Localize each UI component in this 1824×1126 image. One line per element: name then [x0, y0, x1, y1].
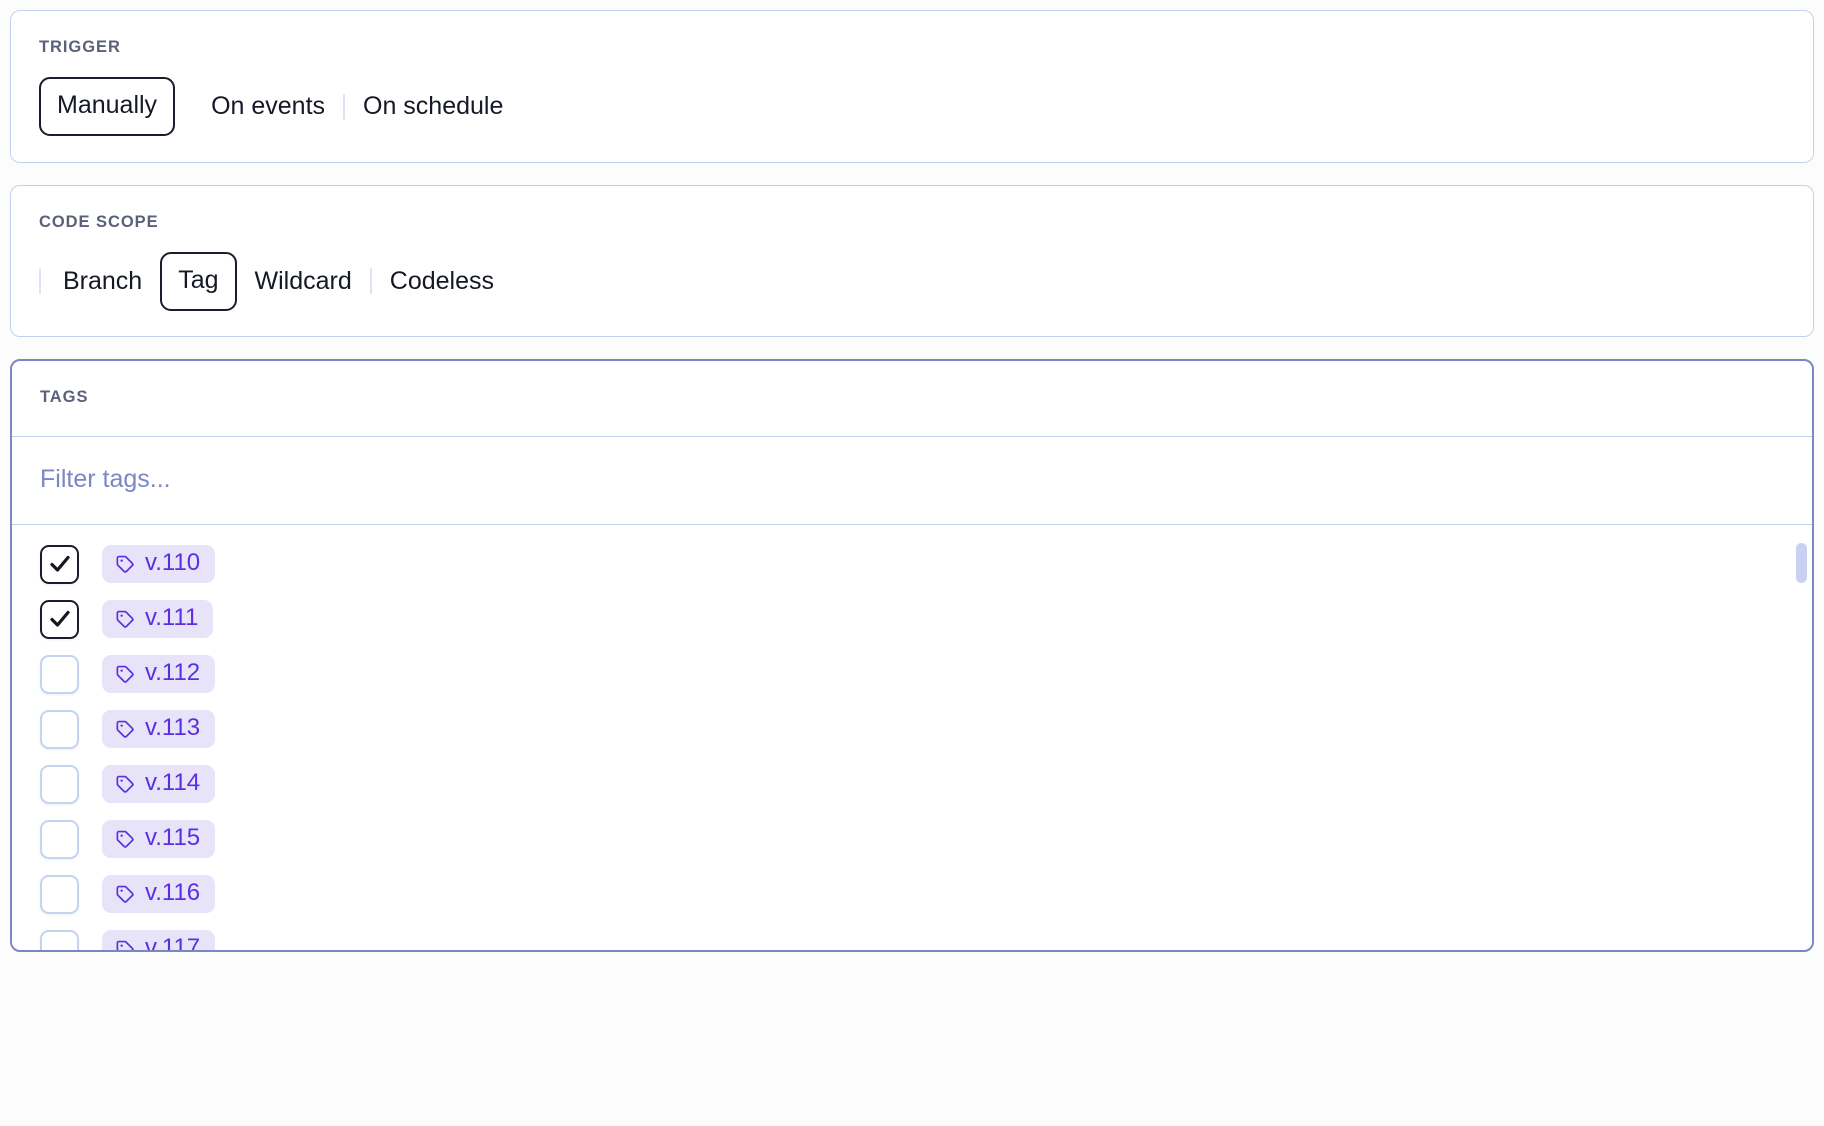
- tag-icon: [116, 830, 134, 848]
- tag-label: v.115: [145, 824, 201, 851]
- tags-header: TAGS: [12, 361, 1812, 437]
- tag-checkbox[interactable]: [40, 764, 79, 804]
- tag-label: v.116: [145, 879, 201, 906]
- list-item[interactable]: v.117: [12, 922, 1812, 950]
- trigger-option-manually[interactable]: Manually: [39, 77, 176, 136]
- tag-icon: [116, 775, 134, 793]
- tag-checkbox[interactable]: [40, 599, 79, 639]
- tag-chip[interactable]: v.113: [102, 710, 216, 748]
- tag-chip[interactable]: v.114: [102, 765, 216, 803]
- tags-scrollbar-thumb[interactable]: [1796, 542, 1807, 583]
- check-icon: [49, 555, 70, 572]
- list-item[interactable]: v.112: [12, 647, 1812, 702]
- trigger-section-label: TRIGGER: [39, 38, 121, 56]
- tag-checkbox[interactable]: [40, 709, 79, 749]
- list-item[interactable]: v.110: [12, 537, 1812, 592]
- tag-chip[interactable]: v.116: [102, 875, 216, 913]
- tag-checkbox[interactable]: [40, 929, 79, 950]
- trigger-option-on-schedule[interactable]: On schedule: [345, 94, 521, 119]
- list-item[interactable]: v.111: [12, 592, 1812, 647]
- tag-icon: [116, 885, 134, 903]
- tag-icon: [116, 720, 134, 738]
- tag-chip[interactable]: v.111: [102, 600, 214, 638]
- tags-card: TAGS v.110: [10, 359, 1814, 952]
- code-scope-options: Branch Tag Wildcard Codeless: [39, 251, 1785, 311]
- filter-tags-input[interactable]: [40, 464, 1610, 494]
- tag-label: v.111: [145, 604, 199, 631]
- code-scope-section-label: CODE SCOPE: [39, 212, 159, 231]
- list-item[interactable]: v.114: [12, 757, 1812, 812]
- tags-section-label: TAGS: [40, 388, 89, 406]
- tags-scrollbar[interactable]: [1796, 525, 1807, 950]
- tags-filter-row: [12, 437, 1812, 525]
- list-item[interactable]: v.115: [12, 812, 1812, 867]
- tag-chip[interactable]: v.117: [102, 930, 216, 950]
- settings-page: TRIGGER Manually On events On schedule C…: [0, 0, 1824, 1126]
- tag-label: v.112: [145, 659, 201, 686]
- tag-checkbox[interactable]: [40, 819, 79, 859]
- list-item[interactable]: v.113: [12, 702, 1812, 757]
- code-scope-option-branch[interactable]: Branch: [45, 268, 160, 294]
- tag-chip[interactable]: v.110: [102, 545, 216, 583]
- tag-label: v.113: [145, 714, 201, 741]
- tag-icon: [116, 940, 134, 950]
- tag-checkbox[interactable]: [40, 874, 79, 914]
- tag-chip[interactable]: v.112: [102, 655, 216, 693]
- trigger-card: TRIGGER Manually On events On schedule: [10, 10, 1814, 163]
- trigger-options: Manually On events On schedule: [39, 77, 1785, 136]
- tag-checkbox[interactable]: [40, 654, 79, 694]
- tag-chip[interactable]: v.115: [102, 820, 216, 858]
- code-scope-option-codeless[interactable]: Codeless: [372, 268, 512, 294]
- list-item[interactable]: v.116: [12, 867, 1812, 922]
- tag-icon: [116, 555, 134, 573]
- check-icon: [49, 610, 70, 627]
- tag-icon: [116, 610, 134, 628]
- option-divider: [39, 268, 41, 294]
- tag-label: v.110: [145, 549, 201, 576]
- code-scope-option-wildcard[interactable]: Wildcard: [237, 268, 370, 294]
- tag-label: v.117: [145, 934, 201, 950]
- tags-list: v.110 v.111 v.112 v.113 v.114 v.115 v.11…: [12, 525, 1812, 950]
- tag-checkbox[interactable]: [40, 544, 79, 584]
- tag-label: v.114: [145, 769, 201, 796]
- code-scope-card: CODE SCOPE Branch Tag Wildcard Codeless: [10, 184, 1814, 337]
- trigger-option-on-events[interactable]: On events: [193, 94, 343, 119]
- tag-icon: [116, 665, 134, 683]
- code-scope-option-tag[interactable]: Tag: [160, 251, 237, 311]
